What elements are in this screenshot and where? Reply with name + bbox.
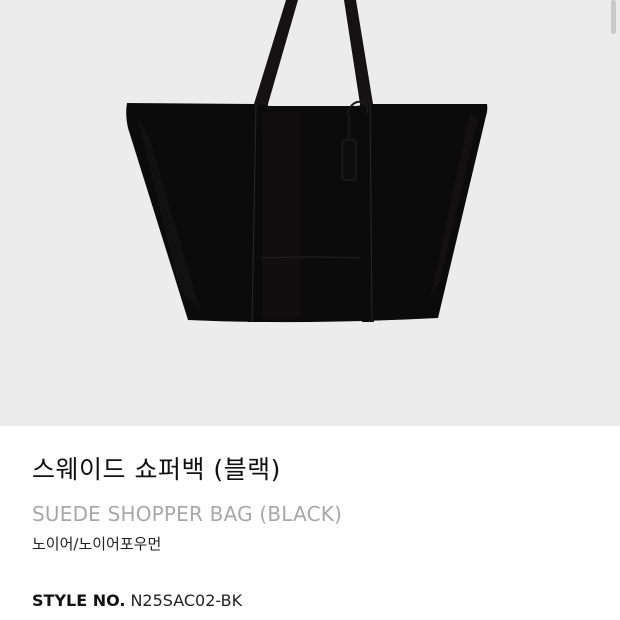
product-info: 스웨이드 쇼퍼백 (블랙) SUEDE SHOPPER BAG (BLACK) … [0, 426, 620, 620]
product-name-en: SUEDE SHOPPER BAG (BLACK) [32, 502, 343, 526]
product-image[interactable] [0, 0, 620, 426]
style-number: N25SAC02-BK [130, 591, 243, 610]
product-name-ko: 스웨이드 쇼퍼백 (블랙) [32, 455, 281, 484]
brand-link[interactable]: 노이어/노이어포우먼 [32, 533, 161, 554]
tote-bag-illustration [126, 0, 488, 323]
style-label: STYLE NO. [32, 591, 126, 610]
bag-tag [341, 139, 357, 181]
style-number-row: STYLE NO. N25SAC02-BK [32, 591, 242, 610]
